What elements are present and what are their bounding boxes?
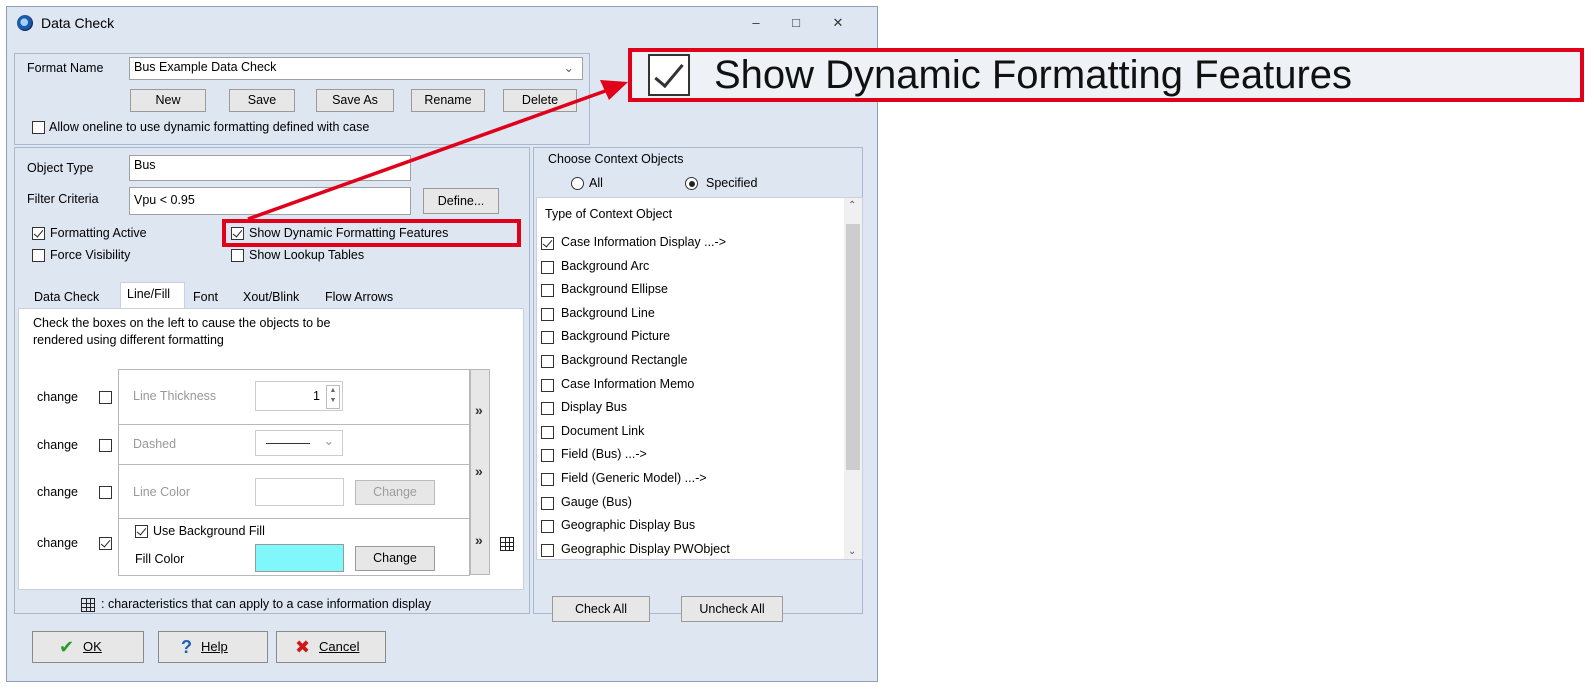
- callout-text: Show Dynamic Formatting Features: [714, 53, 1353, 97]
- zoom-callout: Show Dynamic Formatting Features: [628, 48, 1584, 102]
- callout-arrow: [247, 80, 628, 221]
- callout-checkbox-icon: [648, 54, 690, 96]
